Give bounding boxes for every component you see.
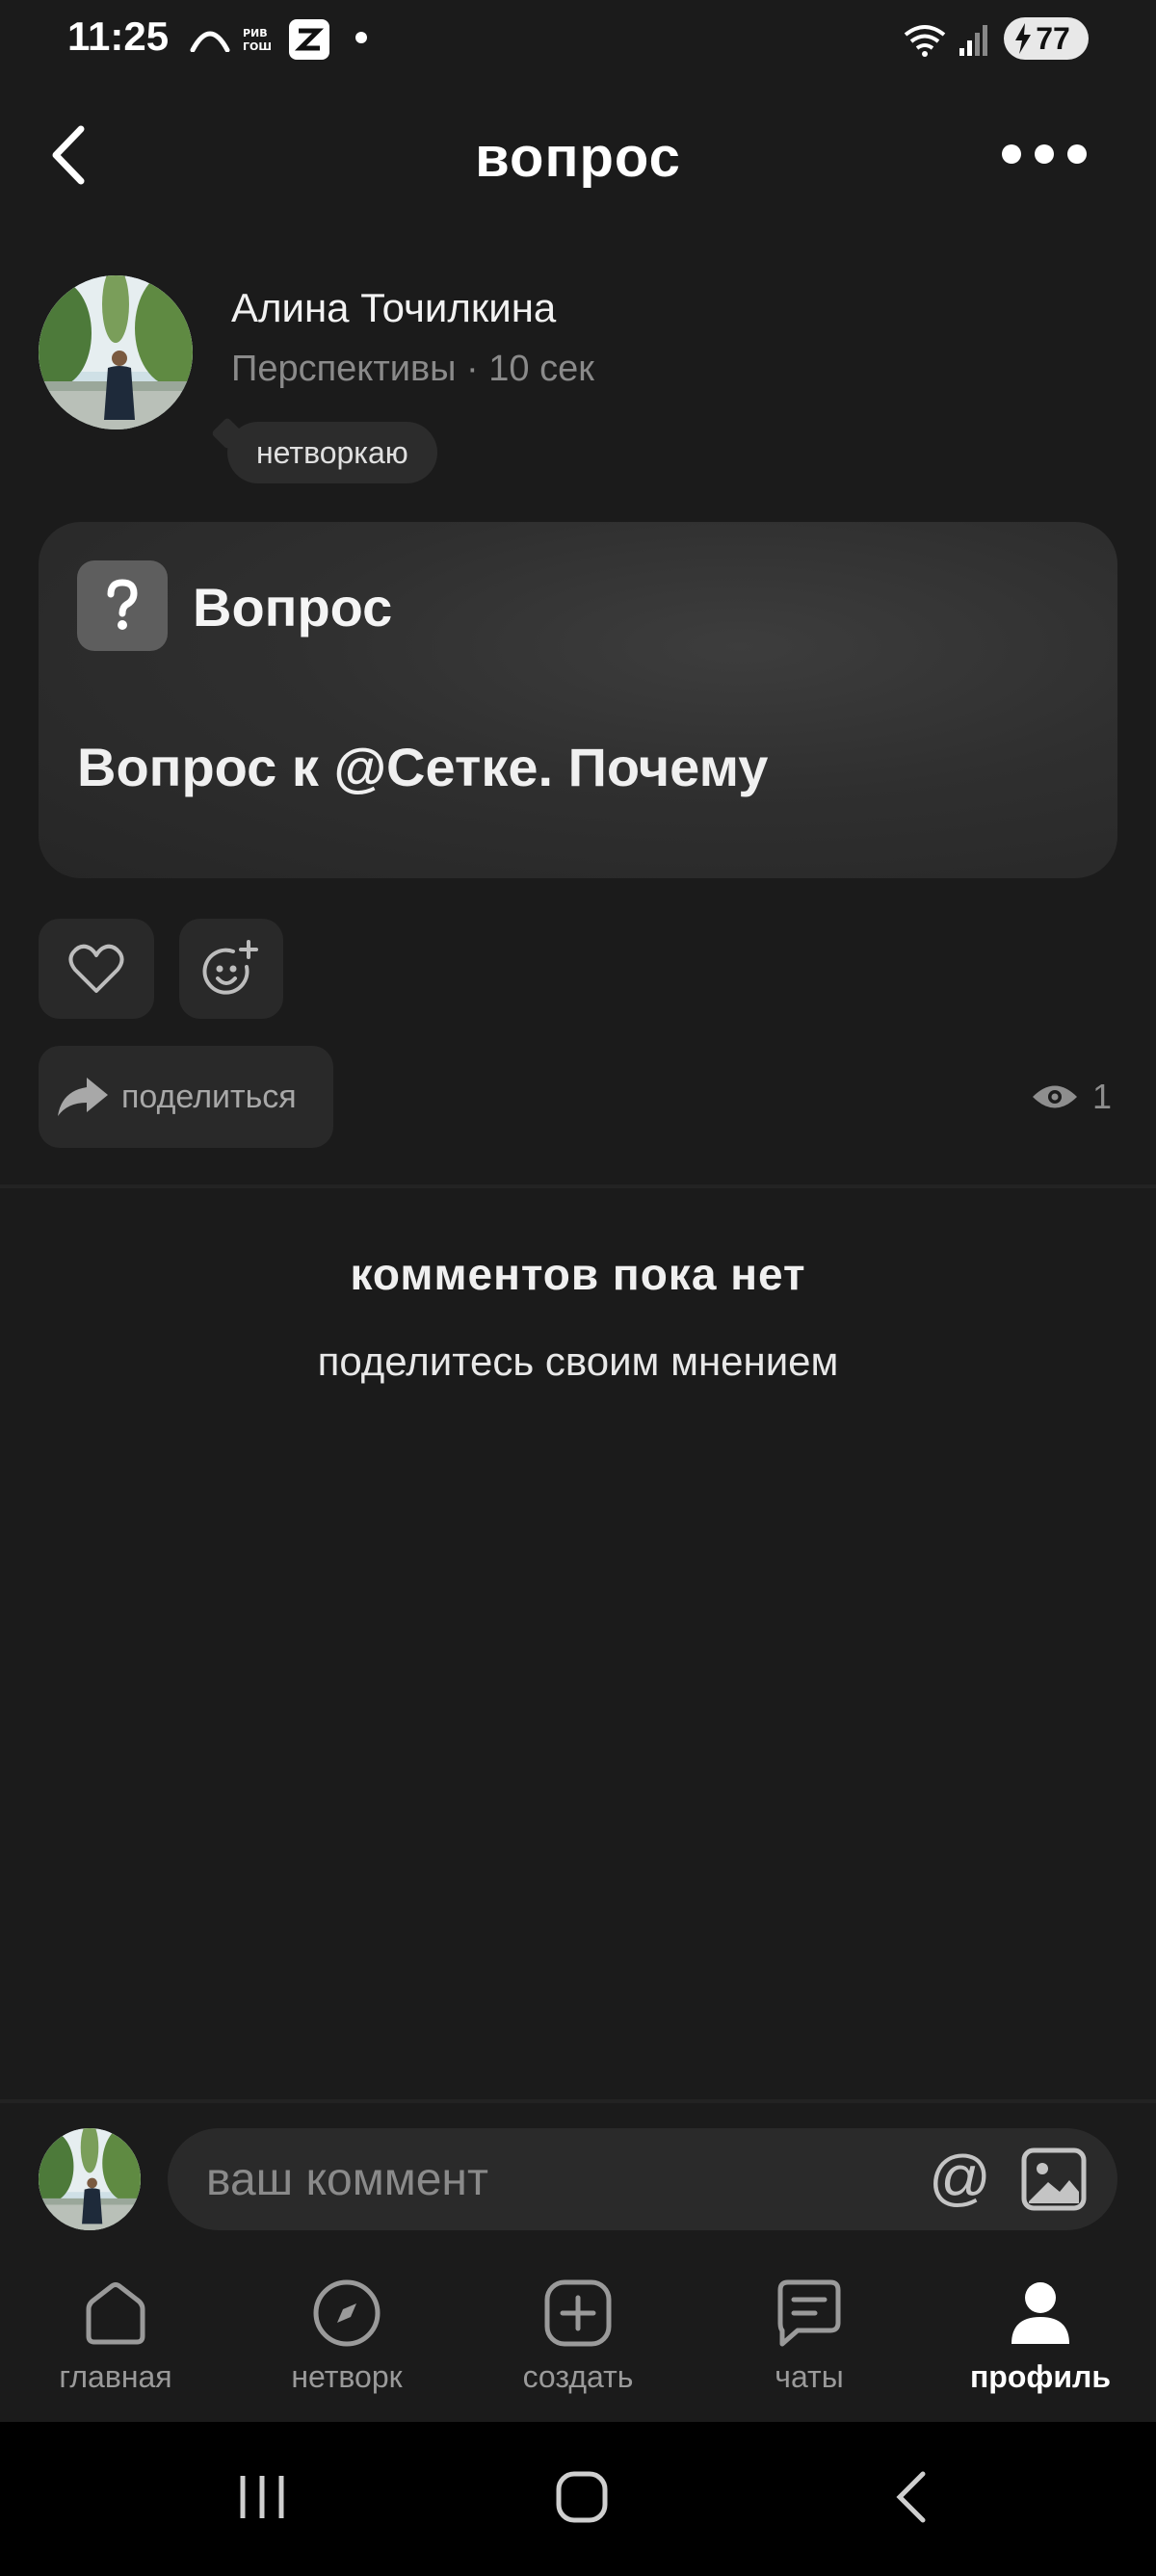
plus-square-icon xyxy=(544,2279,612,2347)
page-title: вопрос xyxy=(475,126,681,189)
share-label: поделиться xyxy=(121,1078,297,1115)
battery-level: 77 xyxy=(1036,20,1070,56)
status-time: 11:25 xyxy=(67,13,170,59)
attach-image-icon[interactable] xyxy=(1019,2146,1089,2213)
post-screen: 11:25 РИВ ГОШ 77 вопрос Алина Точилкина … xyxy=(0,0,1156,2576)
more-dot-icon xyxy=(1035,144,1054,164)
dot-icon xyxy=(355,32,367,43)
comment-box: @ xyxy=(168,2128,1117,2230)
nav-label: главная xyxy=(59,2359,172,2394)
divider xyxy=(0,1184,1156,1188)
carrier-badge-icon: РИВ ГОШ xyxy=(243,27,272,53)
user-avatar xyxy=(39,2128,141,2230)
system-nav-bar xyxy=(0,2422,1156,2576)
battery-indicator: 77 xyxy=(1004,17,1089,60)
recent-apps-icon[interactable] xyxy=(235,2470,289,2524)
heart-icon xyxy=(68,944,124,993)
nav-label: чаты xyxy=(775,2359,844,2394)
status-bar: 11:25 РИВ ГОШ 77 xyxy=(0,0,1156,77)
nav-item-profile[interactable]: профиль xyxy=(944,2277,1137,2395)
author-avatar[interactable] xyxy=(39,275,193,429)
more-dot-icon xyxy=(1067,144,1087,164)
share-button[interactable]: поделиться xyxy=(39,1046,333,1148)
system-back-icon[interactable] xyxy=(886,2470,940,2524)
question-card: Вопрос Вопрос к @Сетке. Почему xyxy=(39,522,1117,878)
empty-comments-subtitle: поделитесь своим мнением xyxy=(317,1339,839,1384)
views-count: 1 xyxy=(1092,1077,1113,1116)
nav-label: профиль xyxy=(969,2359,1112,2394)
nav-item-home[interactable]: главная xyxy=(19,2277,212,2395)
home-icon xyxy=(86,2282,145,2345)
add-reaction-button[interactable] xyxy=(179,919,283,1019)
more-options-button[interactable] xyxy=(1002,135,1098,173)
question-label: Вопрос xyxy=(193,577,393,637)
status-tag: нетворкаю xyxy=(227,422,437,483)
avatar-photo xyxy=(39,275,193,429)
nav-item-chats[interactable]: чаты xyxy=(713,2277,906,2395)
question-mark-icon xyxy=(77,560,168,651)
author-name[interactable]: Алина Точилкина xyxy=(231,285,556,331)
mention-button[interactable]: @ xyxy=(929,2142,991,2213)
wifi-icon xyxy=(904,25,946,57)
profile-icon xyxy=(1012,2282,1069,2344)
svg-text:ГОШ: ГОШ xyxy=(243,40,272,53)
more-dot-icon xyxy=(1002,144,1021,164)
post-meta: Перспективы · 10 сек xyxy=(231,349,594,389)
charging-icon xyxy=(1015,23,1031,54)
svg-text:РИВ: РИВ xyxy=(243,27,268,39)
nav-label: нетворк xyxy=(291,2359,403,2394)
empty-comments-title: комментов пока нет xyxy=(350,1249,806,1299)
nav-label: создать xyxy=(522,2359,634,2394)
view-counter: 1 xyxy=(1031,1073,1112,1121)
eye-icon xyxy=(1033,1085,1077,1108)
add-emoji-icon xyxy=(202,940,258,995)
nav-item-create[interactable]: создать xyxy=(482,2277,674,2395)
top-bar: вопрос xyxy=(0,106,1156,202)
home-button-icon[interactable] xyxy=(555,2470,609,2524)
chat-icon xyxy=(777,2279,841,2347)
bottom-nav: главная нетворк создать чаты профиль xyxy=(0,2253,1156,2422)
app-notification-icon xyxy=(289,19,329,60)
avatar-photo xyxy=(39,2128,141,2230)
signal-icon xyxy=(959,25,987,56)
arc-icon xyxy=(190,31,230,52)
comment-input[interactable] xyxy=(206,2128,880,2230)
share-arrow-icon xyxy=(58,1078,108,1116)
question-text: Вопрос к @Сетке. Почему xyxy=(77,737,769,797)
like-button[interactable] xyxy=(39,919,154,1019)
compass-icon xyxy=(313,2279,381,2347)
nav-item-network[interactable]: нетворк xyxy=(250,2277,443,2395)
divider xyxy=(0,2099,1156,2103)
